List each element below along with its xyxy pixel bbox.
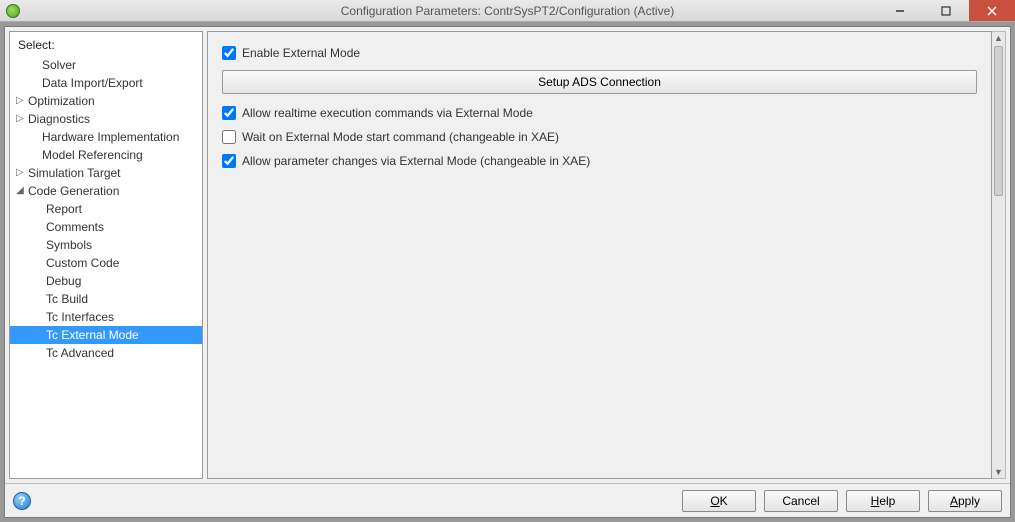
tree-item-label: Comments bbox=[46, 219, 104, 235]
select-label: Select: bbox=[10, 36, 202, 56]
scrollbar-thumb[interactable] bbox=[994, 46, 1003, 196]
twisty-expanded-icon[interactable]: ◢ bbox=[14, 183, 26, 199]
tree-item-label: Simulation Target bbox=[28, 165, 121, 181]
allow-param-checkbox[interactable] bbox=[222, 154, 236, 168]
minimize-button[interactable] bbox=[877, 0, 923, 21]
tree-item[interactable]: Custom Code bbox=[10, 254, 202, 272]
twisty-collapsed-icon[interactable]: ▷ bbox=[14, 111, 26, 127]
tree-item-label: Optimization bbox=[28, 93, 95, 109]
enable-external-mode-checkbox[interactable] bbox=[222, 46, 236, 60]
category-tree[interactable]: Select: SolverData Import/Export▷Optimiz… bbox=[9, 31, 203, 479]
tree-item[interactable]: ▷Diagnostics bbox=[10, 110, 202, 128]
vertical-scrollbar[interactable]: ▲ ▼ bbox=[992, 31, 1006, 479]
tree-item[interactable]: ▷Simulation Target bbox=[10, 164, 202, 182]
tree-item[interactable]: Solver bbox=[10, 56, 202, 74]
window-title: Configuration Parameters: ContrSysPT2/Co… bbox=[341, 4, 674, 18]
settings-panel: Enable External Mode Setup ADS Connectio… bbox=[207, 31, 992, 479]
window-controls bbox=[877, 0, 1015, 21]
tree-item-label: Data Import/Export bbox=[42, 75, 143, 91]
help-button[interactable]: Help bbox=[846, 490, 920, 512]
tree-item-label: Tc Build bbox=[46, 291, 88, 307]
tree-item-label: Debug bbox=[46, 273, 81, 289]
wait-start-label: Wait on External Mode start command (cha… bbox=[242, 130, 559, 144]
tree-item[interactable]: Report bbox=[10, 200, 202, 218]
ok-button[interactable]: OK bbox=[682, 490, 756, 512]
app-icon bbox=[6, 4, 20, 18]
enable-external-mode-label: Enable External Mode bbox=[242, 46, 360, 60]
allow-param-label: Allow parameter changes via External Mod… bbox=[242, 154, 590, 168]
dialog-footer: ? OK Cancel Help Apply bbox=[5, 483, 1010, 517]
tree-item-label: Tc Interfaces bbox=[46, 309, 114, 325]
tree-item[interactable]: Tc Build bbox=[10, 290, 202, 308]
tree-item-label: Code Generation bbox=[28, 183, 119, 199]
wait-start-checkbox[interactable] bbox=[222, 130, 236, 144]
twisty-collapsed-icon[interactable]: ▷ bbox=[14, 165, 26, 181]
tree-item[interactable]: Tc Advanced bbox=[10, 344, 202, 362]
tree-item-label: Solver bbox=[42, 57, 76, 73]
tree-item[interactable]: Model Referencing bbox=[10, 146, 202, 164]
tree-item[interactable]: Debug bbox=[10, 272, 202, 290]
setup-ads-connection-button[interactable]: Setup ADS Connection bbox=[222, 70, 977, 94]
tree-item[interactable]: ▷Optimization bbox=[10, 92, 202, 110]
tree-item-label: Diagnostics bbox=[28, 111, 90, 127]
apply-button[interactable]: Apply bbox=[928, 490, 1002, 512]
tree-item[interactable]: ◢Code Generation bbox=[10, 182, 202, 200]
title-bar: Configuration Parameters: ContrSysPT2/Co… bbox=[0, 0, 1015, 22]
tree-item-label: Report bbox=[46, 201, 82, 217]
scroll-up-icon[interactable]: ▲ bbox=[992, 32, 1005, 44]
tree-item[interactable]: Comments bbox=[10, 218, 202, 236]
tree-item[interactable]: Symbols bbox=[10, 236, 202, 254]
maximize-button[interactable] bbox=[923, 0, 969, 21]
help-icon[interactable]: ? bbox=[13, 492, 31, 510]
tree-item-label: Model Referencing bbox=[42, 147, 143, 163]
tree-item-label: Tc External Mode bbox=[46, 327, 139, 343]
tree-item-label: Tc Advanced bbox=[46, 345, 114, 361]
tree-item[interactable]: Tc External Mode bbox=[10, 326, 202, 344]
tree-item-label: Custom Code bbox=[46, 255, 119, 271]
close-button[interactable] bbox=[969, 0, 1015, 21]
tree-item[interactable]: Data Import/Export bbox=[10, 74, 202, 92]
tree-item-label: Hardware Implementation bbox=[42, 129, 179, 145]
scroll-down-icon[interactable]: ▼ bbox=[992, 466, 1005, 478]
allow-realtime-label: Allow realtime execution commands via Ex… bbox=[242, 106, 533, 120]
allow-realtime-checkbox[interactable] bbox=[222, 106, 236, 120]
cancel-button[interactable]: Cancel bbox=[764, 490, 838, 512]
tree-item[interactable]: Hardware Implementation bbox=[10, 128, 202, 146]
tree-item-label: Symbols bbox=[46, 237, 92, 253]
twisty-collapsed-icon[interactable]: ▷ bbox=[14, 93, 26, 109]
tree-item[interactable]: Tc Interfaces bbox=[10, 308, 202, 326]
